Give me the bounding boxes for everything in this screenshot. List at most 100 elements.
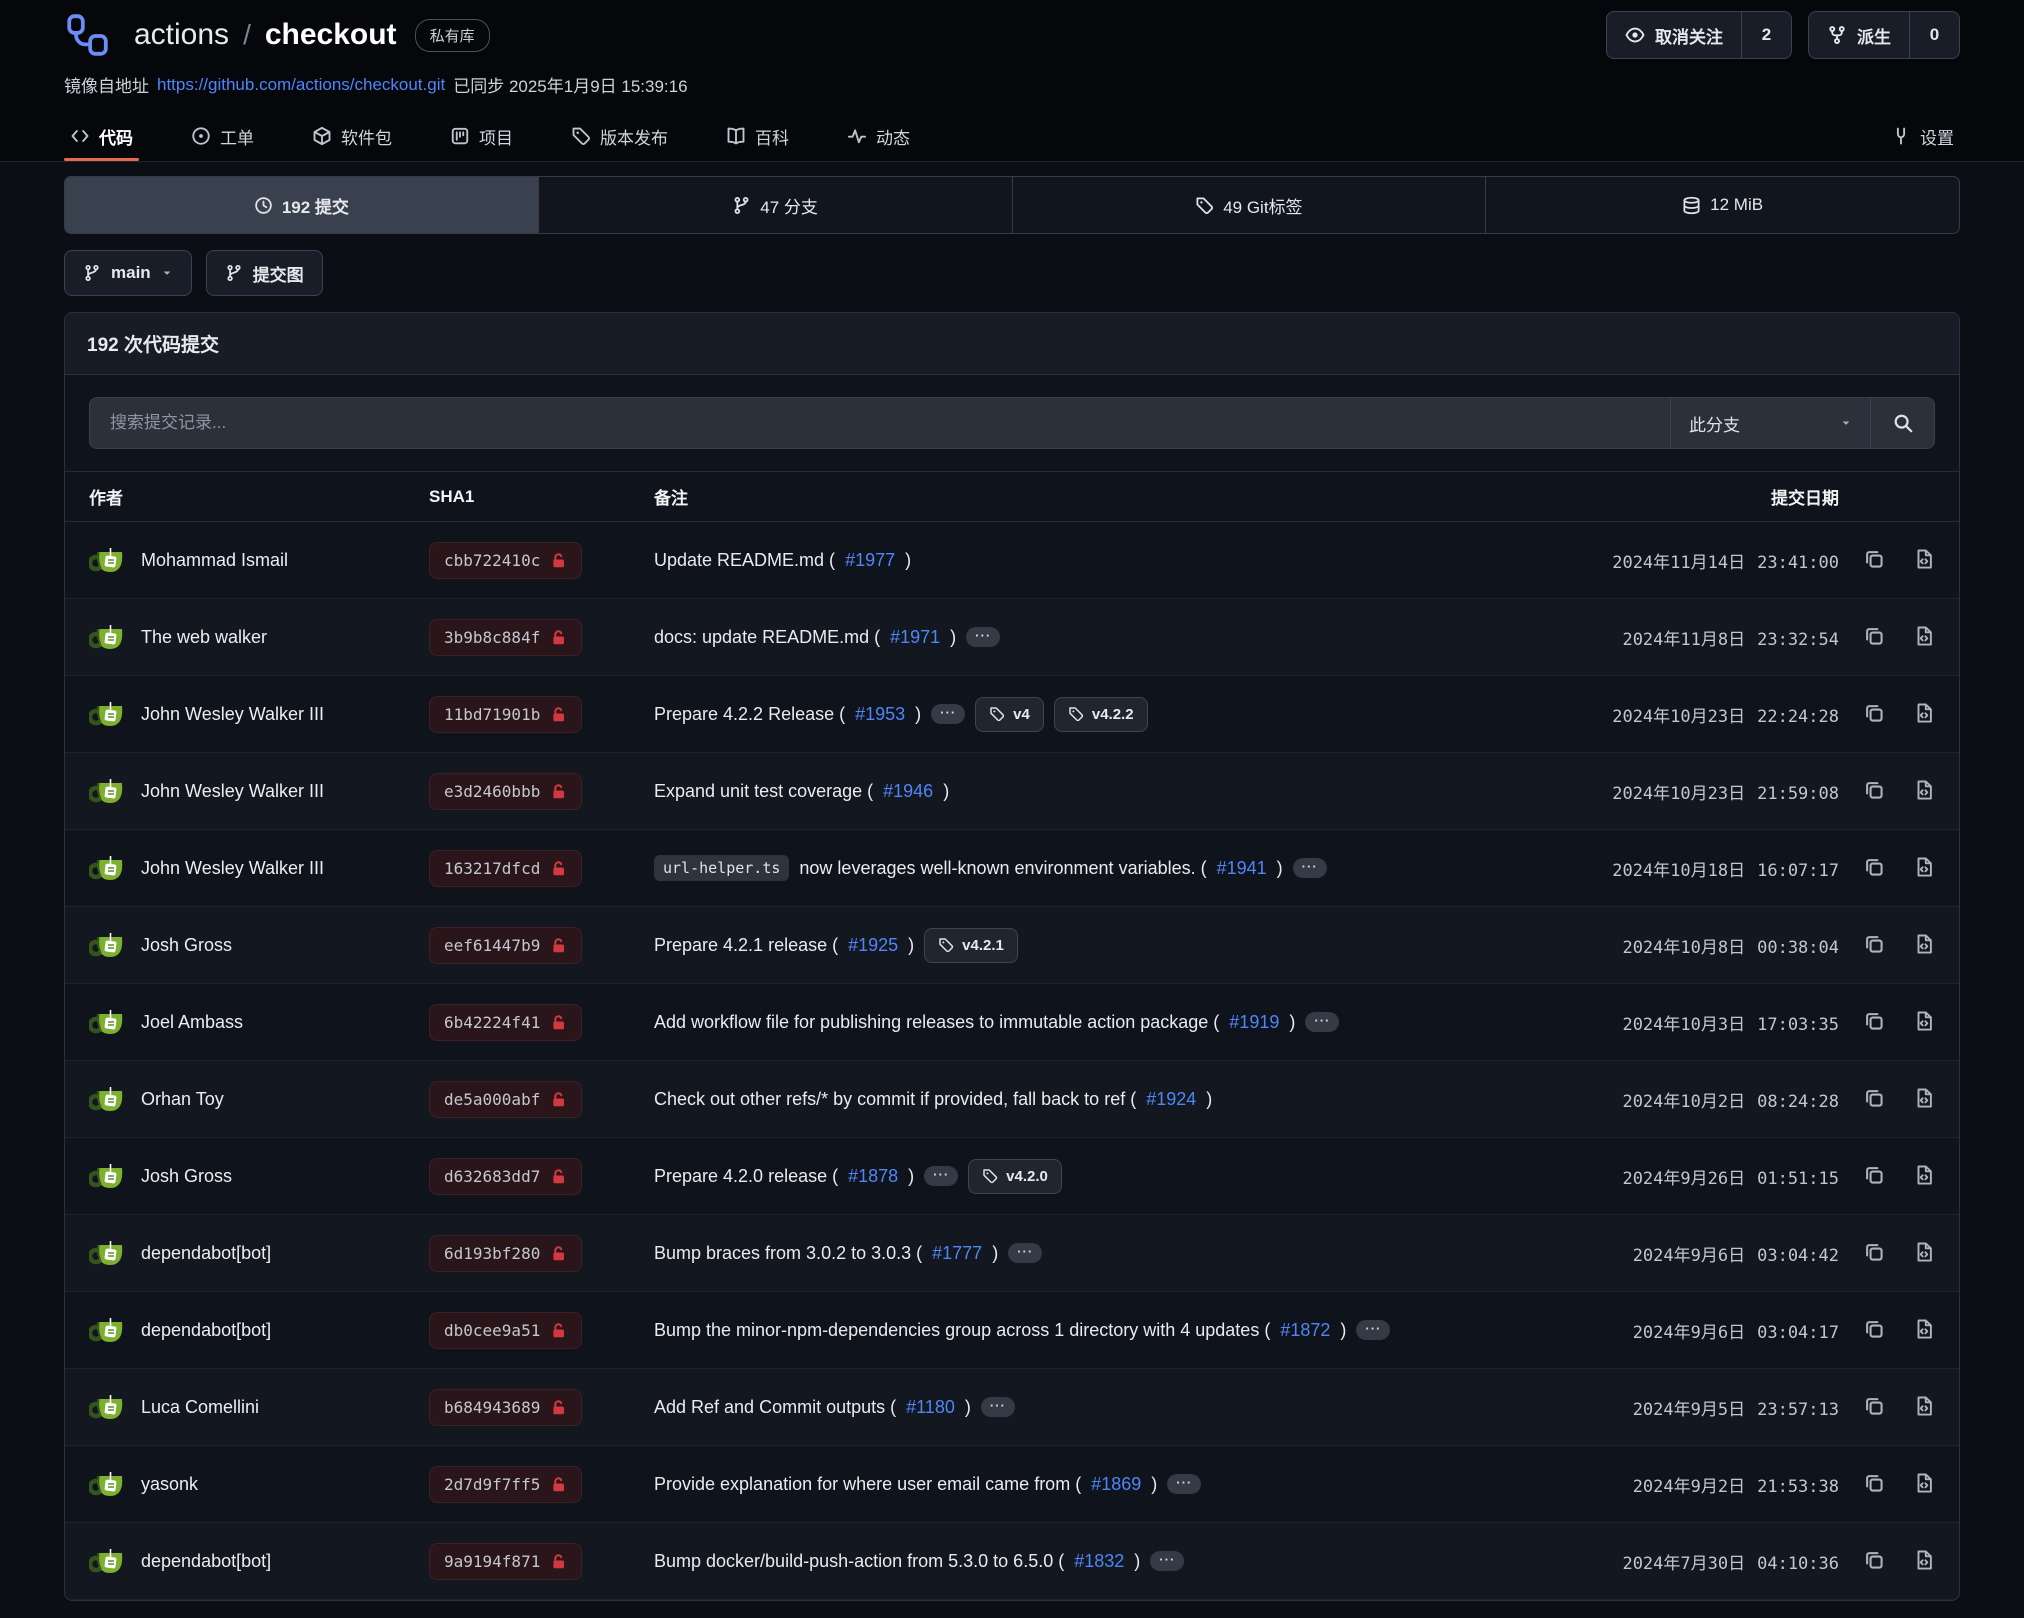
- commit-author[interactable]: Josh Gross: [141, 1166, 232, 1187]
- copy-sha-button[interactable]: [1863, 1395, 1885, 1420]
- copy-sha-button[interactable]: [1863, 933, 1885, 958]
- issue-link[interactable]: #1777: [932, 1243, 982, 1264]
- commit-author[interactable]: dependabot[bot]: [141, 1320, 271, 1341]
- expand-commit-body-button[interactable]: ···: [1356, 1320, 1390, 1340]
- issue-link[interactable]: #1869: [1091, 1474, 1141, 1495]
- issue-link[interactable]: #1924: [1146, 1089, 1196, 1110]
- view-file-at-commit-button[interactable]: [1913, 1318, 1935, 1343]
- expand-commit-body-button[interactable]: ···: [1150, 1551, 1184, 1571]
- tag-ref-button[interactable]: v4.2.0: [968, 1159, 1062, 1194]
- expand-commit-body-button[interactable]: ···: [931, 704, 965, 724]
- commit-author[interactable]: John Wesley Walker III: [141, 858, 324, 879]
- expand-commit-body-button[interactable]: ···: [924, 1166, 958, 1186]
- tab-packages[interactable]: 软件包: [306, 111, 398, 161]
- view-file-at-commit-button[interactable]: [1913, 1010, 1935, 1035]
- commit-sha-button[interactable]: 6b42224f41: [429, 1004, 582, 1041]
- watch-count[interactable]: 2: [1741, 12, 1791, 58]
- commit-sha-button[interactable]: d632683dd7: [429, 1158, 582, 1195]
- commit-author[interactable]: Josh Gross: [141, 935, 232, 956]
- copy-sha-button[interactable]: [1863, 1087, 1885, 1112]
- tab-settings[interactable]: 设置: [1885, 111, 1960, 161]
- copy-sha-button[interactable]: [1863, 1010, 1885, 1035]
- commit-sha-button[interactable]: 6d193bf280: [429, 1235, 582, 1272]
- commit-author[interactable]: John Wesley Walker III: [141, 704, 324, 725]
- tab-issues[interactable]: 工单: [185, 111, 260, 161]
- commit-sha-button[interactable]: db0cee9a51: [429, 1312, 582, 1349]
- commit-author[interactable]: Joel Ambass: [141, 1012, 243, 1033]
- expand-commit-body-button[interactable]: ···: [1167, 1474, 1201, 1494]
- search-scope-select[interactable]: 此分支: [1670, 398, 1870, 448]
- view-file-at-commit-button[interactable]: [1913, 933, 1935, 958]
- issue-link[interactable]: #1953: [855, 704, 905, 725]
- tab-projects[interactable]: 项目: [444, 111, 519, 161]
- tag-ref-button[interactable]: v4: [975, 697, 1044, 732]
- commit-graph-button[interactable]: 提交图: [206, 250, 323, 296]
- view-file-at-commit-button[interactable]: [1913, 1549, 1935, 1574]
- commit-sha-button[interactable]: 3b9b8c884f: [429, 619, 582, 656]
- commit-sha-button[interactable]: eef61447b9: [429, 927, 582, 964]
- mirror-repo-icon[interactable]: [64, 12, 110, 58]
- copy-sha-button[interactable]: [1863, 1164, 1885, 1189]
- expand-commit-body-button[interactable]: ···: [1293, 858, 1327, 878]
- tab-releases[interactable]: 版本发布: [565, 111, 674, 161]
- issue-link[interactable]: #1832: [1074, 1551, 1124, 1572]
- repo-name-link[interactable]: checkout: [265, 18, 397, 52]
- issue-link[interactable]: #1971: [890, 627, 940, 648]
- commit-sha-button[interactable]: cbb722410c: [429, 542, 582, 579]
- commit-sha-button[interactable]: 163217dfcd: [429, 850, 582, 887]
- commit-author[interactable]: John Wesley Walker III: [141, 781, 324, 802]
- commit-sha-button[interactable]: e3d2460bbb: [429, 773, 582, 810]
- tag-ref-button[interactable]: v4.2.1: [924, 928, 1018, 963]
- copy-sha-button[interactable]: [1863, 702, 1885, 727]
- view-file-at-commit-button[interactable]: [1913, 856, 1935, 881]
- issue-link[interactable]: #1180: [906, 1397, 955, 1418]
- issue-link[interactable]: #1872: [1280, 1320, 1330, 1341]
- issue-link[interactable]: #1925: [848, 935, 898, 956]
- commit-author[interactable]: The web walker: [141, 627, 267, 648]
- expand-commit-body-button[interactable]: ···: [981, 1397, 1015, 1417]
- expand-commit-body-button[interactable]: ···: [1305, 1012, 1339, 1032]
- view-file-at-commit-button[interactable]: [1913, 548, 1935, 573]
- expand-commit-body-button[interactable]: ···: [966, 627, 1000, 647]
- stat-tags[interactable]: 49 Git标签: [1013, 177, 1487, 233]
- view-file-at-commit-button[interactable]: [1913, 1087, 1935, 1112]
- mirror-url-link[interactable]: https://github.com/actions/checkout.git: [157, 75, 445, 95]
- issue-link[interactable]: #1941: [1217, 858, 1267, 879]
- commit-author[interactable]: Mohammad Ismail: [141, 550, 288, 571]
- copy-sha-button[interactable]: [1863, 856, 1885, 881]
- stat-commits[interactable]: 192 提交: [65, 177, 539, 233]
- issue-link[interactable]: #1977: [845, 550, 895, 571]
- commit-author[interactable]: Luca Comellini: [141, 1397, 259, 1418]
- commit-sha-button[interactable]: b684943689: [429, 1389, 582, 1426]
- view-file-at-commit-button[interactable]: [1913, 1241, 1935, 1266]
- unwatch-button[interactable]: 取消关注 2: [1606, 11, 1792, 59]
- stat-branches[interactable]: 47 分支: [539, 177, 1013, 233]
- issue-link[interactable]: #1946: [883, 781, 933, 802]
- fork-count[interactable]: 0: [1909, 12, 1959, 58]
- view-file-at-commit-button[interactable]: [1913, 1164, 1935, 1189]
- tab-wiki[interactable]: 百科: [720, 111, 795, 161]
- copy-sha-button[interactable]: [1863, 1318, 1885, 1343]
- tag-ref-button[interactable]: v4.2.2: [1054, 697, 1148, 732]
- issue-link[interactable]: #1878: [848, 1166, 898, 1187]
- view-file-at-commit-button[interactable]: [1913, 779, 1935, 804]
- expand-commit-body-button[interactable]: ···: [1008, 1243, 1042, 1263]
- copy-sha-button[interactable]: [1863, 625, 1885, 650]
- repo-owner-link[interactable]: actions: [134, 18, 229, 52]
- stat-size[interactable]: 12 MiB: [1486, 177, 1959, 233]
- commit-sha-button[interactable]: 11bd71901b: [429, 696, 582, 733]
- commit-sha-button[interactable]: de5a000abf: [429, 1081, 582, 1118]
- view-file-at-commit-button[interactable]: [1913, 702, 1935, 727]
- view-file-at-commit-button[interactable]: [1913, 1395, 1935, 1420]
- commit-sha-button[interactable]: 2d7d9f7ff5: [429, 1466, 582, 1503]
- commit-author[interactable]: dependabot[bot]: [141, 1243, 271, 1264]
- search-button[interactable]: [1870, 398, 1934, 448]
- commit-search-input[interactable]: [90, 398, 1670, 448]
- branch-selector[interactable]: main: [64, 250, 192, 296]
- view-file-at-commit-button[interactable]: [1913, 625, 1935, 650]
- fork-button[interactable]: 派生 0: [1808, 11, 1960, 59]
- commit-author[interactable]: dependabot[bot]: [141, 1551, 271, 1572]
- commit-sha-button[interactable]: 9a9194f871: [429, 1543, 582, 1580]
- copy-sha-button[interactable]: [1863, 548, 1885, 573]
- copy-sha-button[interactable]: [1863, 1241, 1885, 1266]
